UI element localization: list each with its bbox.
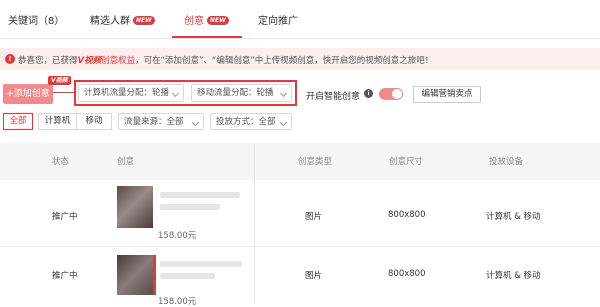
tab-audience[interactable]: 精选人群 NEW	[90, 12, 155, 27]
price-cell: 158.00元	[158, 231, 197, 241]
size-cell: 800x800	[388, 269, 426, 279]
creative-thumbnail[interactable]	[117, 255, 156, 295]
video-tag: V视频	[48, 76, 71, 85]
device-cell: 计算机 & 移动	[486, 212, 541, 222]
chevron-down-icon	[279, 89, 288, 98]
new-badge: NEW	[133, 16, 155, 25]
notice-highlight: V视频	[77, 56, 102, 66]
tab-creative[interactable]: 创意 NEW	[184, 12, 229, 27]
filter-all[interactable]: 全部	[3, 113, 33, 130]
creative-thumbnail[interactable]	[117, 186, 153, 228]
type-cell: 图片	[305, 212, 323, 222]
new-badge: NEW	[207, 16, 229, 25]
mobile-traffic-select[interactable]: 移动流量分配：轮播	[191, 84, 292, 102]
tab-label: 关键词（8）	[8, 16, 65, 27]
creative-title-blurred	[160, 261, 242, 267]
info-circle-icon: !	[5, 54, 15, 64]
filter-mobile[interactable]: 移动	[76, 113, 112, 130]
col-creative: 创意	[117, 157, 135, 167]
select-value: 计算机流量分配：轮播	[84, 88, 170, 98]
col-status: 状态	[52, 157, 70, 167]
traffic-source-select[interactable]: 流量来源：全部	[118, 113, 204, 130]
delivery-method-select[interactable]: 投放方式：全部	[210, 113, 292, 130]
info-icon[interactable]: i	[364, 89, 373, 98]
filter-pc[interactable]: 计算机	[38, 113, 76, 130]
select-value: 投放方式：全部	[216, 117, 276, 127]
smart-creative-toggle[interactable]	[379, 88, 403, 100]
table-row[interactable]: 推广中 158.00元 图片 800x800 计算机 & 移动	[0, 180, 600, 246]
toggle-knob	[392, 89, 402, 99]
creative-title-blurred	[160, 192, 240, 198]
chevron-down-icon	[171, 89, 180, 98]
select-value: 流量来源：全部	[124, 117, 184, 127]
notice-highlight-2: 创意权益	[101, 56, 136, 66]
edit-selling-points-button[interactable]: 编辑营销卖点	[413, 86, 481, 103]
pc-traffic-select[interactable]: 计算机流量分配：轮播	[78, 84, 184, 102]
active-tab-indicator	[172, 36, 242, 38]
creative-title-blurred	[160, 273, 215, 279]
highlight-connector	[53, 92, 74, 93]
col-size: 创意尺寸	[389, 157, 424, 167]
add-creative-button[interactable]: +添加创意	[3, 84, 53, 104]
device-cell: 计算机 & 移动	[486, 271, 541, 281]
type-cell: 图片	[305, 271, 323, 281]
chevron-down-icon	[279, 118, 288, 127]
price-cell: 158.00元	[158, 297, 197, 307]
creative-title-blurred	[160, 204, 220, 210]
smart-creative-label: 开启智能创意	[306, 92, 361, 102]
status-cell: 推广中	[52, 271, 78, 281]
size-cell: 800x800	[388, 210, 426, 220]
tab-targeting[interactable]: 定向推广	[258, 12, 298, 27]
table-header: 状态 创意 创意类型 创意尺寸 投放设备	[0, 143, 600, 180]
chevron-down-icon	[191, 118, 200, 127]
table-row[interactable]: 推广中 158.00元 图片 800x800 计算机 & 移动	[0, 247, 600, 307]
tab-keywords[interactable]: 关键词（8）	[8, 12, 64, 27]
notice-text: 恭喜您，已获得V视频创意权益，可在“添加创意”、“编辑创意”中上传视频创意，快开…	[18, 56, 434, 66]
tab-label: 创意	[184, 16, 204, 27]
select-value: 移动流量分配：轮播	[197, 88, 274, 98]
tab-label: 精选人群	[90, 16, 130, 27]
status-cell: 推广中	[52, 212, 78, 222]
col-type: 创意类型	[298, 157, 333, 167]
tab-label: 定向推广	[258, 16, 298, 27]
tab-bar: 关键词（8） 精选人群 NEW 创意 NEW 定向推广	[0, 0, 600, 39]
col-device: 投放设备	[489, 157, 524, 167]
notice-banner: ! 恭喜您，已获得V视频创意权益，可在“添加创意”、“编辑创意”中上传视频创意，…	[0, 48, 600, 70]
